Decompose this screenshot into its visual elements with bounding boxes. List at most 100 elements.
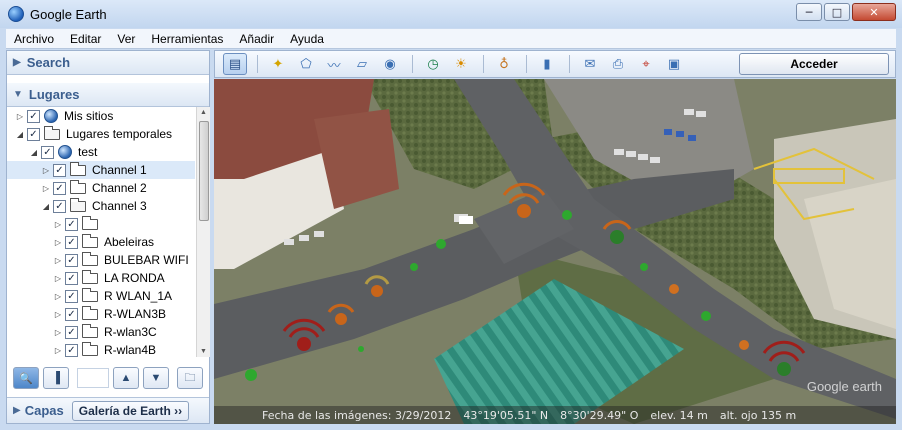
tree-row-channel-1[interactable]: ▷ ✓ Channel 1 [7,161,195,179]
toggle-panel-button[interactable]: ▐ [43,367,69,389]
ruler-icon: ▮ [543,56,551,72]
imagery-date: Fecha de las imágenes: 3/29/2012 [262,408,452,422]
elevation-readout: elev. 14 m [650,408,708,422]
expander-icon[interactable]: ▷ [53,310,63,319]
checkbox[interactable]: ✓ [65,271,78,285]
add-path-button[interactable]: 〰 [322,53,346,75]
places-panel-label: Lugares [28,87,80,102]
add-image-overlay-button[interactable]: ▱ [350,53,374,75]
expander-icon[interactable]: ▷ [53,256,63,265]
move-up-button[interactable]: ▲ [113,367,139,389]
maximize-button[interactable]: □ [824,3,850,21]
earth-gallery-button[interactable]: Galería de Earth ›› [71,400,190,421]
polygon-icon: ⬠ [300,56,312,72]
main-toolbar: ▤ ✦ ⬠ 〰 ▱ ◉ ◷ ☀ ♁ ▮ ✉ ⎙ ⌖ ▣ Acceder [214,50,896,78]
search-panel-header[interactable]: ▶ Search [7,51,209,75]
tree-row-r-wlan3c[interactable]: ▷ ✓ R-wlan3C [7,323,195,341]
menu-ayuda[interactable]: Ayuda [282,32,332,46]
tree-row-channel-2[interactable]: ▷ ✓ Channel 2 [7,179,195,197]
checkbox[interactable]: ✓ [53,181,66,195]
tree-label: test [78,145,98,159]
expander-icon[interactable]: ▷ [15,112,25,121]
email-icon: ✉ [584,56,596,72]
checkbox[interactable]: ✓ [27,109,40,123]
menu-ver[interactable]: Ver [109,32,143,46]
title-bar: Google Earth ─ □ ✕ [0,0,902,28]
tree-row-la-ronda[interactable]: ▷ ✓ LA RONDA [7,269,195,287]
expander-icon[interactable]: ◢ [15,130,25,139]
checkbox[interactable]: ✓ [65,325,78,339]
image-overlay-icon: ▱ [357,56,367,72]
checkbox[interactable]: ✓ [65,289,78,303]
expander-icon[interactable]: ▷ [53,238,63,247]
scrollbar-thumb[interactable] [199,121,209,221]
layers-panel-header[interactable]: ▶ Capas Galería de Earth ›› [7,397,209,423]
tree-row-test[interactable]: ◢ ✓ test [7,143,195,161]
minimize-button[interactable]: ─ [796,3,822,21]
tree-row-r-wlan3b[interactable]: ▷ ✓ R-WLAN3B [7,305,195,323]
historical-imagery-button[interactable]: ◷ [421,53,445,75]
expander-icon[interactable]: ▷ [53,292,63,301]
tree-row-r-wlan-1a[interactable]: ▷ ✓ R WLAN_1A [7,287,195,305]
save-image-button[interactable]: ▣ [662,53,686,75]
scroll-down-icon[interactable]: ▼ [200,348,207,355]
checkbox[interactable]: ✓ [65,235,78,249]
tree-row-r-wlan4b[interactable]: ▷ ✓ R-wlan4B [7,341,195,357]
places-panel-header[interactable]: ▼ Lugares [7,83,209,107]
history-icon: ◷ [427,56,439,72]
checkbox[interactable]: ✓ [65,217,78,231]
hide-sidebar-button[interactable]: ▤ [223,53,247,75]
checkbox[interactable]: ✓ [41,145,54,159]
move-down-button[interactable]: ▼ [143,367,169,389]
tree-label: R-WLAN3B [104,307,167,321]
menu-editar[interactable]: Editar [62,32,109,46]
tree-row-channel-3[interactable]: ◢ ✓ Channel 3 [7,197,195,215]
toolbar-separator [526,55,527,73]
tree-scrollbar[interactable]: ▲ ▼ [196,107,210,357]
search-places-button[interactable]: 🔍 [13,367,39,389]
tree-row-mis-sitios[interactable]: ▷ ✓ Mis sitios [7,107,195,125]
folder-menu-button[interactable]: 🗀 [177,367,203,389]
expander-icon[interactable]: ▷ [53,274,63,283]
tree-row-unnamed[interactable]: ▷ ✓ [7,215,195,233]
sign-in-button[interactable]: Acceder [739,53,889,75]
switch-planet-button[interactable]: ♁ [492,53,516,75]
record-tour-button[interactable]: ◉ [378,53,402,75]
tree-row-lugares-temporales[interactable]: ◢ ✓ Lugares temporales [7,125,195,143]
view-in-maps-button[interactable]: ⌖ [634,53,658,75]
sunlight-button[interactable]: ☀ [449,53,473,75]
checkbox[interactable]: ✓ [65,307,78,321]
tree-label: R WLAN_1A [104,289,173,303]
add-polygon-button[interactable]: ⬠ [294,53,318,75]
globe-icon [58,145,72,159]
expander-icon[interactable]: ▷ [53,346,63,355]
path-icon: 〰 [327,58,341,74]
expander-icon[interactable]: ▷ [53,328,63,337]
expander-icon[interactable]: ▷ [53,220,63,229]
expander-icon[interactable]: ◢ [41,202,51,211]
close-button[interactable]: ✕ [852,3,896,21]
expander-icon[interactable]: ▷ [41,166,51,175]
save-image-icon: ▣ [667,56,681,72]
planet-icon: ♁ [499,56,509,72]
email-button[interactable]: ✉ [578,53,602,75]
checkbox[interactable]: ✓ [53,199,66,213]
scroll-up-icon[interactable]: ▲ [200,109,207,116]
print-button[interactable]: ⎙ [606,53,630,75]
places-filter-field[interactable] [77,368,109,388]
places-tree: ▷ ✓ Mis sitios ◢ ✓ Lugares temporales ◢ … [7,107,195,357]
earth-map-view[interactable]: Google earth Fecha de las imágenes: 3/29… [214,79,896,424]
checkbox[interactable]: ✓ [65,253,78,267]
checkbox[interactable]: ✓ [65,343,78,357]
tree-row-bulebar-wifi[interactable]: ▷ ✓ BULEBAR WIFI [7,251,195,269]
checkbox[interactable]: ✓ [27,127,40,141]
expander-icon[interactable]: ◢ [29,148,39,157]
ruler-button[interactable]: ▮ [535,53,559,75]
menu-archivo[interactable]: Archivo [6,32,62,46]
menu-herramientas[interactable]: Herramientas [143,32,231,46]
expander-icon[interactable]: ▷ [41,184,51,193]
add-placemark-button[interactable]: ✦ [266,53,290,75]
tree-row-abeleiras[interactable]: ▷ ✓ Abeleiras [7,233,195,251]
checkbox[interactable]: ✓ [53,163,66,177]
menu-anadir[interactable]: Añadir [231,32,282,46]
